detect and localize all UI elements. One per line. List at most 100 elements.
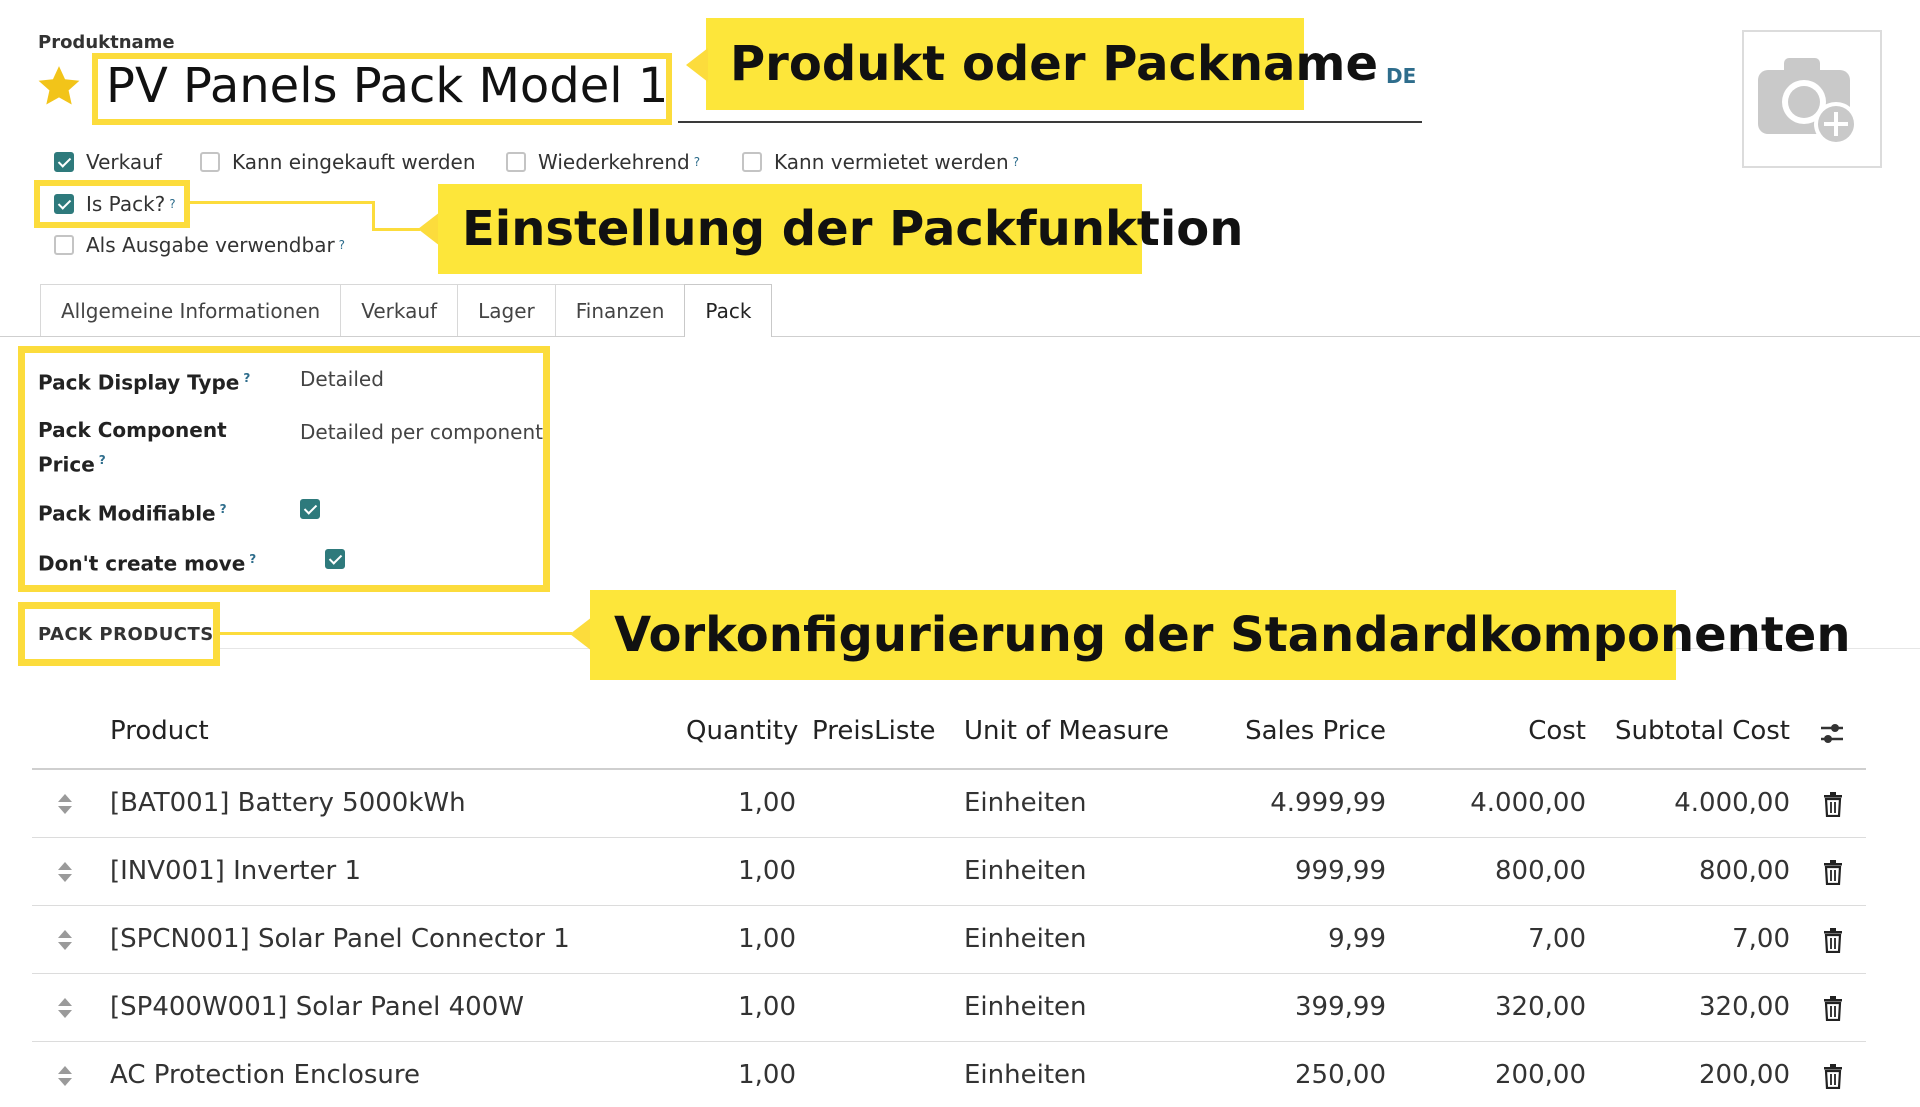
drag-handle-icon[interactable]: [56, 1064, 74, 1088]
cell-subtotal: 800,00: [1699, 856, 1790, 886]
trash-icon[interactable]: [1822, 927, 1844, 953]
cell-uom[interactable]: Einheiten: [964, 992, 1087, 1022]
pack-display-type-value[interactable]: Detailed: [300, 367, 384, 391]
cell-subtotal: 320,00: [1699, 992, 1790, 1022]
cell-sales-price[interactable]: 399,99: [1186, 992, 1386, 1022]
cell-quantity[interactable]: 1,00: [640, 992, 796, 1022]
help-icon[interactable]: ?: [694, 155, 700, 169]
checkbox[interactable]: [54, 235, 74, 255]
drag-handle-icon[interactable]: [56, 792, 74, 816]
cell-sales-price[interactable]: 999,99: [1186, 856, 1386, 886]
option-vermietet[interactable]: Kann vermietet werden ?: [742, 150, 1019, 174]
trash-icon[interactable]: [1822, 995, 1844, 1021]
option-label: Wiederkehrend: [538, 150, 690, 174]
col-uom[interactable]: Unit of Measure: [964, 716, 1169, 746]
row-divider: [32, 973, 1866, 974]
col-cost[interactable]: Cost: [1436, 716, 1586, 746]
product-name-input[interactable]: PV Panels Pack Model 1: [106, 58, 668, 114]
cell-cost[interactable]: 800,00: [1386, 856, 1586, 886]
drag-handle-icon[interactable]: [56, 860, 74, 884]
dont-create-move-label: Don't create move?: [38, 551, 257, 576]
language-switch[interactable]: DE: [1386, 64, 1416, 88]
cell-cost[interactable]: 7,00: [1386, 924, 1586, 954]
cell-subtotal: 200,00: [1699, 1060, 1790, 1090]
cell-product[interactable]: [SPCN001] Solar Panel Connector 1: [110, 924, 570, 954]
callout-product-name: Produkt oder Packname: [706, 18, 1378, 110]
option-ausgabe[interactable]: Als Ausgabe verwendbar ?: [54, 233, 345, 257]
connector-line: [190, 201, 374, 204]
option-label: Als Ausgabe verwendbar: [86, 233, 335, 257]
cell-subtotal: 7,00: [1732, 924, 1790, 954]
trash-icon[interactable]: [1822, 859, 1844, 885]
col-quantity[interactable]: Quantity: [686, 716, 798, 746]
cell-sales-price[interactable]: 9,99: [1186, 924, 1386, 954]
pack-display-type-label: Pack Display Type?: [38, 370, 251, 395]
column-settings-icon[interactable]: [1818, 720, 1846, 748]
cell-product[interactable]: [BAT001] Battery 5000kWh: [110, 788, 466, 818]
col-pricelist[interactable]: PreisListe: [812, 716, 936, 746]
cell-subtotal: 4.000,00: [1674, 788, 1790, 818]
checkbox[interactable]: [506, 152, 526, 172]
favorite-star-icon[interactable]: [34, 62, 84, 112]
pack-component-price-value[interactable]: Detailed per component: [300, 420, 543, 444]
checkbox[interactable]: [742, 152, 762, 172]
option-verkauf[interactable]: Verkauf: [54, 150, 162, 174]
tab-pack[interactable]: Pack: [684, 284, 773, 337]
cell-uom[interactable]: Einheiten: [964, 856, 1087, 886]
checkbox[interactable]: [200, 152, 220, 172]
drag-handle-icon[interactable]: [56, 928, 74, 952]
cell-cost[interactable]: 200,00: [1386, 1060, 1586, 1090]
col-subtotal[interactable]: Subtotal Cost: [1590, 716, 1790, 746]
tab-sales[interactable]: Verkauf: [340, 284, 459, 336]
tab-bar: Allgemeine Informationen Verkauf Lager F…: [40, 284, 773, 337]
cell-quantity[interactable]: 1,00: [640, 924, 796, 954]
option-is-pack[interactable]: Is Pack? ?: [54, 192, 176, 216]
tab-general[interactable]: Allgemeine Informationen: [40, 284, 342, 336]
cell-cost[interactable]: 320,00: [1386, 992, 1586, 1022]
product-name-label: Produktname: [38, 32, 175, 53]
cell-uom[interactable]: Einheiten: [964, 924, 1087, 954]
callout-pointer: [686, 48, 708, 82]
cell-product[interactable]: [INV001] Inverter 1: [110, 856, 361, 886]
cell-cost[interactable]: 4.000,00: [1386, 788, 1586, 818]
col-product[interactable]: Product: [110, 716, 209, 746]
help-icon[interactable]: ?: [1013, 155, 1019, 169]
trash-icon[interactable]: [1822, 791, 1844, 817]
tab-inventory[interactable]: Lager: [457, 284, 556, 336]
row-divider: [32, 905, 1866, 906]
tab-accounting[interactable]: Finanzen: [554, 284, 686, 336]
cell-product[interactable]: [SP400W001] Solar Panel 400W: [110, 992, 524, 1022]
cell-quantity[interactable]: 1,00: [640, 856, 796, 886]
dont-create-move-checkbox[interactable]: [325, 549, 346, 569]
connector-line: [372, 201, 375, 231]
pack-modifiable-label: Pack Modifiable?: [38, 501, 227, 526]
connector-line: [220, 632, 572, 635]
trash-icon[interactable]: [1822, 1063, 1844, 1089]
checkbox[interactable]: [54, 152, 74, 172]
help-icon[interactable]: ?: [169, 197, 175, 211]
cell-uom[interactable]: Einheiten: [964, 1060, 1087, 1090]
pack-modifiable-checkbox[interactable]: [300, 499, 320, 519]
product-image-upload[interactable]: [1742, 30, 1882, 168]
option-wiederkehrend[interactable]: Wiederkehrend ?: [506, 150, 700, 174]
option-einkauf[interactable]: Kann eingekauft werden: [200, 150, 476, 174]
drag-handle-icon[interactable]: [56, 996, 74, 1020]
help-icon[interactable]: ?: [249, 552, 256, 566]
cell-product[interactable]: AC Protection Enclosure: [110, 1060, 420, 1090]
cell-sales-price[interactable]: 250,00: [1186, 1060, 1386, 1090]
col-sales-price[interactable]: Sales Price: [1186, 716, 1386, 746]
callout-pointer: [418, 212, 440, 246]
help-icon[interactable]: ?: [243, 371, 250, 385]
option-label: Is Pack?: [86, 192, 166, 216]
checkbox[interactable]: [54, 194, 74, 214]
cell-quantity[interactable]: 1,00: [640, 1060, 796, 1090]
help-icon[interactable]: ?: [220, 502, 227, 516]
help-icon[interactable]: ?: [99, 453, 106, 467]
connector-line: [372, 228, 420, 231]
cell-uom[interactable]: Einheiten: [964, 788, 1087, 818]
cell-quantity[interactable]: 1,00: [640, 788, 796, 818]
callout-components: Vorkonfigurierung der Standardkomponente…: [590, 590, 1851, 680]
table-header-rule: [32, 768, 1866, 770]
help-icon[interactable]: ?: [339, 238, 345, 252]
cell-sales-price[interactable]: 4.999,99: [1186, 788, 1386, 818]
